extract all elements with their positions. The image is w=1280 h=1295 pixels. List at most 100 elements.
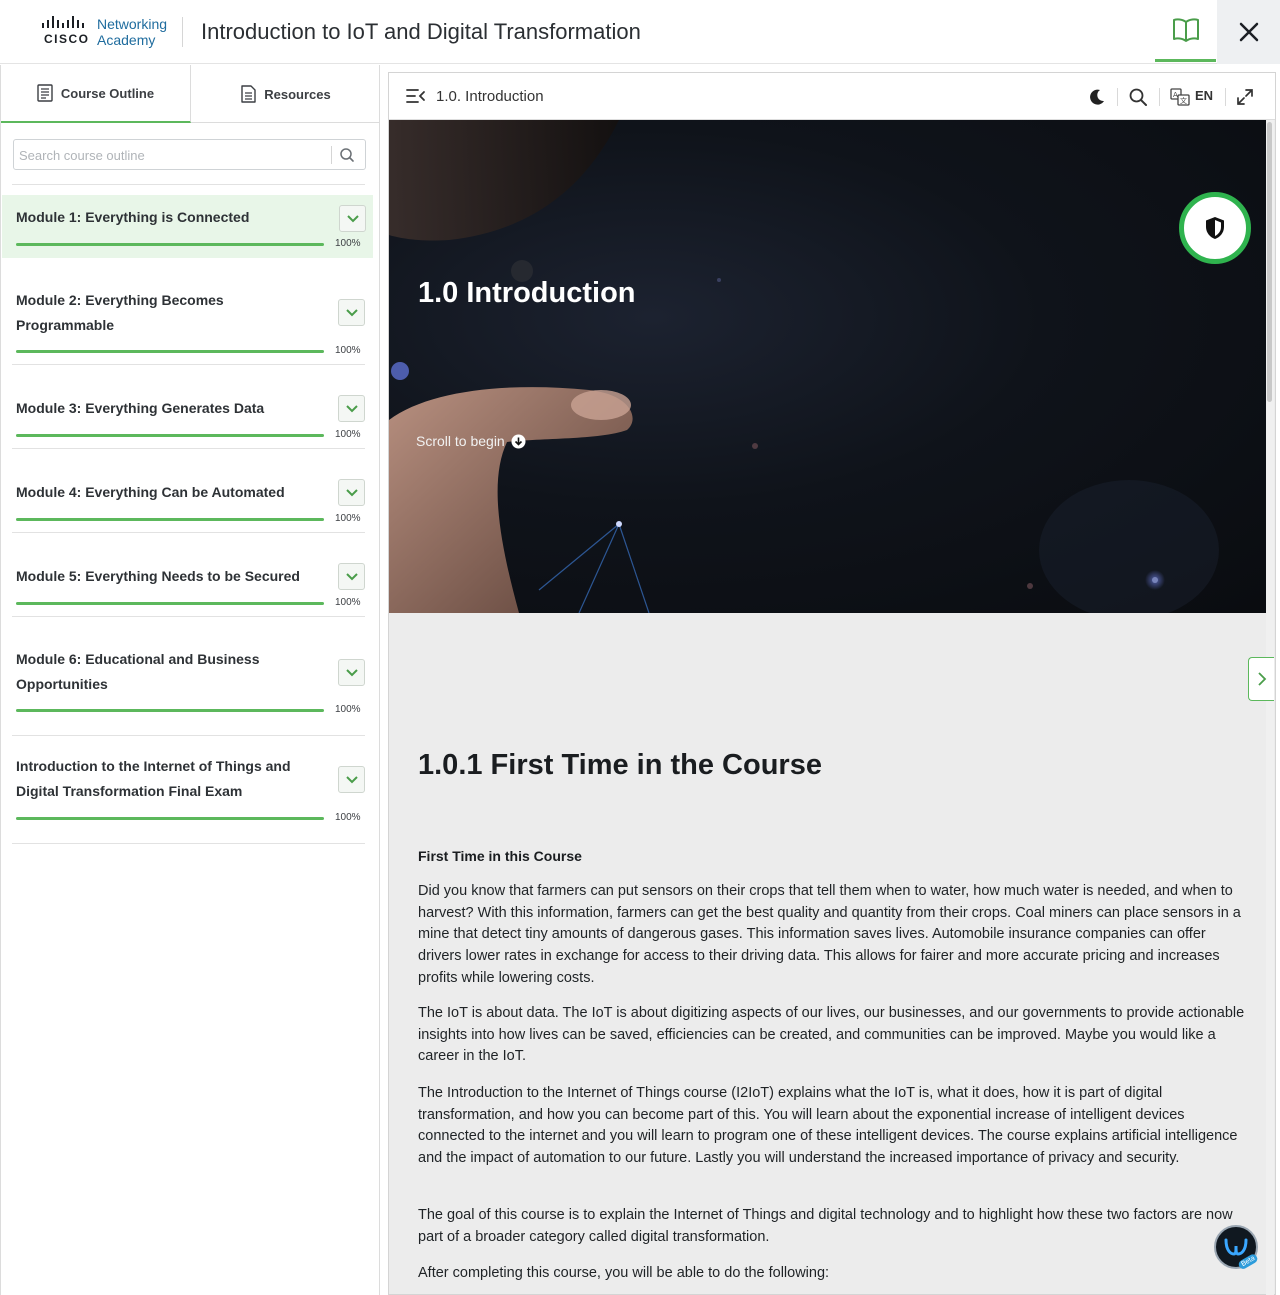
module-progress-bar — [16, 434, 324, 437]
module-progress-bar — [16, 817, 324, 820]
scroll-to-begin-link[interactable]: Scroll to begin — [416, 433, 526, 449]
content-paragraph: The goal of this course is to explain th… — [418, 1207, 1233, 1245]
module-item-6[interactable]: Module 6: Educational and Business Oppor… — [12, 617, 365, 736]
module-progress-percent: 100% — [335, 345, 361, 356]
close-icon — [1239, 22, 1258, 42]
svg-text:A: A — [1173, 91, 1178, 99]
chevron-down-icon — [346, 215, 359, 223]
expand-module-button[interactable] — [339, 205, 366, 232]
sidebar-tabs: Course Outline Resources — [1, 65, 380, 123]
module-progress-bar — [16, 602, 324, 605]
module-title: Module 5: Everything Needs to be Secured — [16, 568, 300, 584]
search-divider — [331, 146, 332, 164]
chevron-right-icon — [1257, 672, 1266, 686]
assistant-logo-icon — [1224, 1238, 1248, 1256]
language-selector[interactable]: EN — [1195, 88, 1213, 103]
hero-banner: 1.0 Introduction Scroll to begin — [389, 120, 1266, 613]
fullscreen-expand-icon[interactable] — [1235, 87, 1255, 107]
module-progress-percent: 100% — [335, 812, 361, 823]
translate-icon[interactable]: A 文 — [1170, 87, 1190, 107]
scrollbar-thumb[interactable] — [1267, 122, 1272, 402]
logo-line-2: Academy — [97, 32, 156, 48]
module-progress-percent: 100% — [335, 597, 361, 608]
collapse-menu-icon[interactable] — [406, 88, 426, 104]
search-icon[interactable] — [339, 147, 355, 163]
content-toolbar: 1.0. Introduction A 文 EN — [389, 73, 1275, 120]
expand-module-button[interactable] — [338, 395, 365, 422]
module-title: Module 3: Everything Generates Data — [16, 400, 265, 416]
cisco-networking-academy-logo[interactable]: CISCO Networking Academy — [40, 16, 170, 48]
arrow-down-circle-icon — [511, 434, 526, 448]
logo-line-1: Networking — [97, 16, 168, 32]
cisco-wordmark: CISCO — [44, 32, 90, 46]
learning-assistant-button[interactable]: Beta — [1214, 1225, 1260, 1271]
content-paragraph: Did you know that farmers can put sensor… — [418, 883, 1241, 986]
expand-module-button[interactable] — [338, 659, 365, 686]
security-badge[interactable] — [1179, 192, 1251, 264]
course-outline-sidebar: Course Outline Resources Module 1: Every… — [0, 65, 380, 1295]
chevron-down-icon — [345, 573, 358, 581]
module-progress-percent: 100% — [335, 238, 361, 249]
scroll-hint-text: Scroll to begin — [416, 433, 505, 449]
expand-module-button[interactable] — [338, 563, 365, 590]
content-paragraph: The IoT is about data. The IoT is about … — [418, 1005, 1245, 1065]
content-paragraph: After completing this course, you will b… — [418, 1265, 830, 1281]
module-title: Module 1: Everything is Connected — [16, 209, 250, 225]
module-title: Module 4: Everything Can be Automated — [16, 484, 285, 500]
module-progress-bar — [16, 709, 324, 712]
dark-mode-moon-icon[interactable] — [1087, 87, 1107, 107]
module-item-final-exam[interactable]: Introduction to the Internet of Things a… — [12, 736, 365, 844]
course-book-button[interactable] — [1155, 0, 1216, 62]
outline-divider — [12, 184, 365, 185]
outline-document-icon — [37, 84, 53, 102]
content-scrollbar[interactable] — [1266, 120, 1274, 1295]
hero-background-image — [389, 120, 1219, 613]
chevron-down-icon — [345, 669, 358, 677]
svg-text:文: 文 — [1180, 96, 1187, 105]
module-item-4[interactable]: Module 4: Everything Can be Automated 10… — [12, 449, 365, 533]
module-progress-percent: 100% — [335, 429, 361, 440]
chevron-down-icon — [345, 405, 358, 413]
current-page-label: 1.0. Introduction — [436, 88, 544, 105]
search-input[interactable] — [19, 146, 324, 164]
tab-resources[interactable]: Resources — [192, 65, 380, 123]
module-item-1[interactable]: Module 1: Everything is Connected 100% — [2, 195, 373, 258]
chevron-down-icon — [345, 309, 358, 317]
section-title: 1.0.1 First Time in the Course — [418, 749, 822, 781]
chevron-down-icon — [345, 489, 358, 497]
next-page-button[interactable] — [1248, 657, 1274, 701]
hero-title: 1.0 Introduction — [418, 277, 636, 309]
expand-module-button[interactable] — [338, 766, 365, 793]
toolbar-separator — [1159, 88, 1160, 106]
module-title: Module 6: Educational and Business Oppor… — [16, 651, 260, 692]
content-pane: 1.0. Introduction A 文 EN 1.0 Introductio… — [388, 72, 1276, 1295]
tab-resources-label: Resources — [264, 86, 331, 102]
header-divider — [182, 17, 183, 47]
resources-document-icon — [241, 85, 256, 103]
module-title: Introduction to the Internet of Things a… — [16, 758, 291, 799]
toolbar-separator — [1117, 88, 1118, 106]
module-item-5[interactable]: Module 5: Everything Needs to be Secured… — [12, 533, 365, 617]
module-progress-percent: 100% — [335, 513, 361, 524]
module-progress-bar — [16, 350, 324, 353]
open-book-icon — [1172, 17, 1199, 42]
course-title: Introduction to IoT and Digital Transfor… — [201, 19, 641, 44]
expand-module-button[interactable] — [338, 299, 365, 326]
module-item-2[interactable]: Module 2: Everything Becomes Programmabl… — [12, 269, 365, 365]
module-progress-bar — [16, 518, 324, 521]
module-title: Module 2: Everything Becomes Programmabl… — [16, 292, 224, 333]
module-progress-percent: 100% — [335, 704, 361, 715]
content-paragraph: The Introduction to the Internet of Thin… — [418, 1085, 1238, 1167]
shield-icon — [1206, 217, 1224, 239]
chevron-down-icon — [345, 776, 358, 784]
toolbar-separator — [1225, 88, 1226, 106]
tab-course-outline-label: Course Outline — [60, 85, 155, 101]
close-button[interactable] — [1217, 0, 1280, 64]
expand-module-button[interactable] — [338, 479, 365, 506]
course-outline-search — [13, 139, 366, 170]
tab-course-outline[interactable]: Course Outline — [1, 65, 191, 123]
module-progress-bar — [16, 243, 324, 246]
module-item-3[interactable]: Module 3: Everything Generates Data 100% — [12, 365, 365, 449]
search-icon[interactable] — [1128, 87, 1148, 107]
cisco-bars-icon — [42, 16, 84, 28]
